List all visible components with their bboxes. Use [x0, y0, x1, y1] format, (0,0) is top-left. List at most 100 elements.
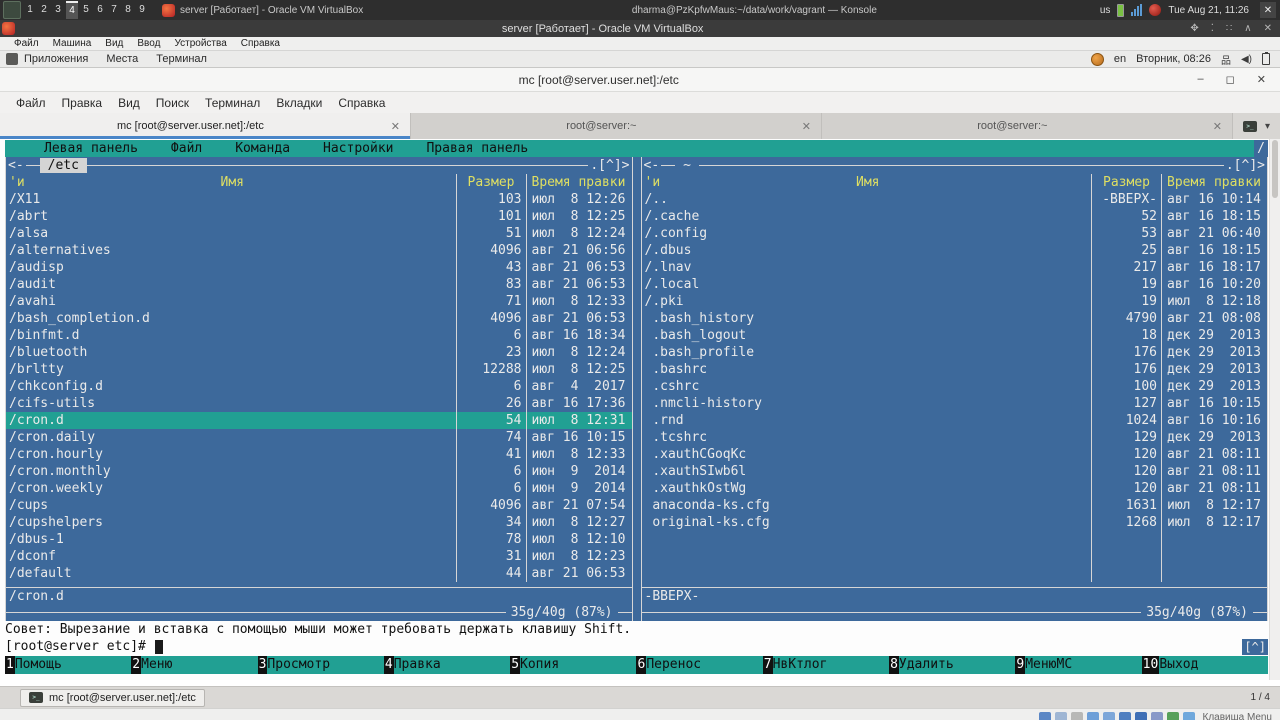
- file-row[interactable]: .bashrc 176 дек 29 2013: [642, 361, 1268, 378]
- file-row[interactable]: /binfmt.d 6 авг 16 18:34: [6, 327, 632, 344]
- terminal-titlebar[interactable]: mc [root@server.user.net]:/etc – ◻ ✕: [0, 68, 1280, 92]
- file-row[interactable]: /default 44 авг 21 06:53: [6, 565, 632, 582]
- file-row[interactable]: /.. -ВВЕРХ- авг 16 10:14: [642, 191, 1268, 208]
- file-row[interactable]: /avahi 71 июл 8 12:33: [6, 293, 632, 310]
- tab-shell-2[interactable]: root@server:~ ✕: [821, 113, 1233, 139]
- file-row[interactable]: /alternatives 4096 авг 21 06:56: [6, 242, 632, 259]
- tab-shell-1[interactable]: root@server:~ ✕: [410, 113, 822, 139]
- file-row[interactable]: /.pki 19 июл 8 12:18: [642, 293, 1268, 310]
- file-row[interactable]: /.dbus 25 авг 16 18:15: [642, 242, 1268, 259]
- panel-corner-right[interactable]: .[^]>: [588, 158, 632, 173]
- function-key-button[interactable]: 6 Перенос: [636, 656, 763, 674]
- taskbar-item-virtualbox[interactable]: server [Работает] - Oracle VM VirtualBox: [156, 0, 626, 20]
- right-panel-path[interactable]: ~: [675, 158, 699, 173]
- file-row[interactable]: .xauthSIwb6l 120 авг 21 08:11: [642, 463, 1268, 480]
- file-row[interactable]: /cron.weekly 6 июн 9 2014: [6, 480, 632, 497]
- function-key-button[interactable]: 4 Правка: [383, 656, 511, 674]
- close-icon[interactable]: ✕: [1257, 73, 1266, 86]
- terminal-menu-item[interactable]: Правка: [62, 96, 103, 110]
- file-row[interactable]: .bash_history 4790 авг 21 08:08: [642, 310, 1268, 327]
- terminal-menu-item[interactable]: Вкладки: [276, 96, 322, 110]
- keyboard-layout-indicator[interactable]: us: [1100, 5, 1111, 16]
- file-row[interactable]: /brltty 12288 июл 8 12:25: [6, 361, 632, 378]
- scrollbar-thumb[interactable]: [1272, 140, 1278, 198]
- workspace-button[interactable]: 5: [80, 1, 92, 19]
- file-row[interactable]: /bluetooth 23 июл 8 12:24: [6, 344, 632, 361]
- file-row[interactable]: /audit 83 авг 21 06:53: [6, 276, 632, 293]
- tab-close-icon[interactable]: ✕: [1203, 120, 1232, 133]
- maximize-icon[interactable]: ◻: [1226, 73, 1235, 86]
- workspace-button[interactable]: 8: [122, 1, 134, 19]
- workspace-button[interactable]: 9: [136, 1, 148, 19]
- vbox-device-icon[interactable]: [1182, 711, 1195, 720]
- window-control-icon[interactable]: ⁚: [1211, 23, 1214, 34]
- column-size[interactable]: Размер: [455, 174, 526, 191]
- taskbar-item-konsole[interactable]: dharma@PzKpfwMaus:~/data/work/vagrant — …: [626, 0, 1096, 20]
- terminal-scrollbar[interactable]: [1269, 139, 1280, 680]
- terminal-menu-item[interactable]: Поиск: [156, 96, 189, 110]
- menu-places[interactable]: Места: [106, 53, 138, 65]
- left-panel-path[interactable]: /etc: [39, 158, 87, 173]
- guest-keyboard-layout[interactable]: en: [1114, 53, 1126, 65]
- terminal-menu-item[interactable]: Справка: [338, 96, 385, 110]
- file-row[interactable]: .tcshrc 129 дек 29 2013: [642, 429, 1268, 446]
- function-key-button[interactable]: 9 МенюМС: [1015, 656, 1142, 674]
- vbox-device-icon[interactable]: [1070, 711, 1083, 720]
- guest-battery-icon[interactable]: [1262, 52, 1270, 65]
- function-key-button[interactable]: 10 Выход: [1141, 656, 1268, 674]
- battery-icon[interactable]: [1117, 3, 1125, 17]
- mc-menu-file[interactable]: Файл: [171, 140, 202, 157]
- file-row[interactable]: .rnd 1024 авг 16 10:16: [642, 412, 1268, 429]
- vbox-menu-item[interactable]: Машина: [53, 38, 92, 49]
- file-row[interactable]: /.config 53 авг 21 06:40: [642, 225, 1268, 242]
- column-name[interactable]: Имя: [645, 174, 1092, 191]
- tab-close-icon[interactable]: ✕: [381, 120, 410, 133]
- vbox-menu-item[interactable]: Файл: [14, 38, 39, 49]
- vbox-device-icon[interactable]: [1054, 711, 1067, 720]
- shell-prompt-line[interactable]: [root@server etc]# [^]: [5, 638, 1268, 656]
- file-row[interactable]: /.cache 52 авг 16 18:15: [642, 208, 1268, 225]
- file-row[interactable]: /cron.monthly 6 июн 9 2014: [6, 463, 632, 480]
- vbox-device-icon[interactable]: [1166, 711, 1179, 720]
- vbox-device-icon[interactable]: [1102, 711, 1115, 720]
- vbox-menu-item[interactable]: Вид: [105, 38, 123, 49]
- vbox-device-icon[interactable]: [1150, 711, 1163, 720]
- file-row[interactable]: .nmcli-history 127 авг 16 10:15: [642, 395, 1268, 412]
- host-launcher-icon[interactable]: [3, 1, 21, 19]
- scroll-up-indicator[interactable]: [^]: [1242, 639, 1268, 655]
- workspace-button[interactable]: 3: [52, 1, 64, 19]
- menu-applications[interactable]: Приложения: [24, 53, 88, 65]
- file-row[interactable]: .bash_logout 18 дек 29 2013: [642, 327, 1268, 344]
- panel-corner-left[interactable]: <-: [641, 158, 662, 173]
- workspace-button[interactable]: 1: [24, 1, 36, 19]
- mc-menu-options[interactable]: Настройки: [323, 140, 393, 157]
- panel-corner-left[interactable]: <-: [6, 158, 26, 173]
- file-row[interactable]: /.local 19 авг 16 10:20: [642, 276, 1268, 293]
- network-icon[interactable]: 品: [1221, 52, 1231, 67]
- file-row[interactable]: .bash_profile 176 дек 29 2013: [642, 344, 1268, 361]
- new-tab-icon[interactable]: >_: [1242, 120, 1257, 132]
- file-row[interactable]: /cron.daily 74 авг 16 10:15: [6, 429, 632, 446]
- file-row[interactable]: /chkconfig.d 6 авг 4 2017: [6, 378, 632, 395]
- vbox-device-icon[interactable]: [1038, 711, 1051, 720]
- tab-mc[interactable]: mc [root@server.user.net]:/etc ✕: [0, 113, 411, 139]
- tab-close-icon[interactable]: ✕: [792, 120, 821, 133]
- panel-corner-right[interactable]: .[^]>: [1223, 158, 1267, 173]
- workspace-pager[interactable]: 1 / 4: [1251, 692, 1270, 703]
- file-row[interactable]: /cupshelpers 34 июл 8 12:27: [6, 514, 632, 531]
- window-control-icon[interactable]: ✕: [1264, 23, 1272, 34]
- vbox-menu-item[interactable]: Устройства: [174, 38, 226, 49]
- file-row[interactable]: /cron.hourly 41 июл 8 12:33: [6, 446, 632, 463]
- tab-list-dropdown-icon[interactable]: ▾: [1265, 121, 1270, 132]
- workspace-button[interactable]: 2: [38, 1, 50, 19]
- workspace-button[interactable]: 7: [108, 1, 120, 19]
- vbox-device-icon[interactable]: [1118, 711, 1131, 720]
- workspace-button[interactable]: 4: [66, 1, 78, 19]
- column-size[interactable]: Размер: [1091, 174, 1161, 191]
- window-control-icon[interactable]: ∧: [1244, 23, 1251, 34]
- vbox-menu-item[interactable]: Справка: [241, 38, 280, 49]
- mc-menu-right-panel[interactable]: Правая панель: [426, 140, 528, 157]
- terminal-menu-item[interactable]: Терминал: [205, 96, 260, 110]
- terminal-menu-item[interactable]: Вид: [118, 96, 140, 110]
- file-row[interactable]: /alsa 51 июл 8 12:24: [6, 225, 632, 242]
